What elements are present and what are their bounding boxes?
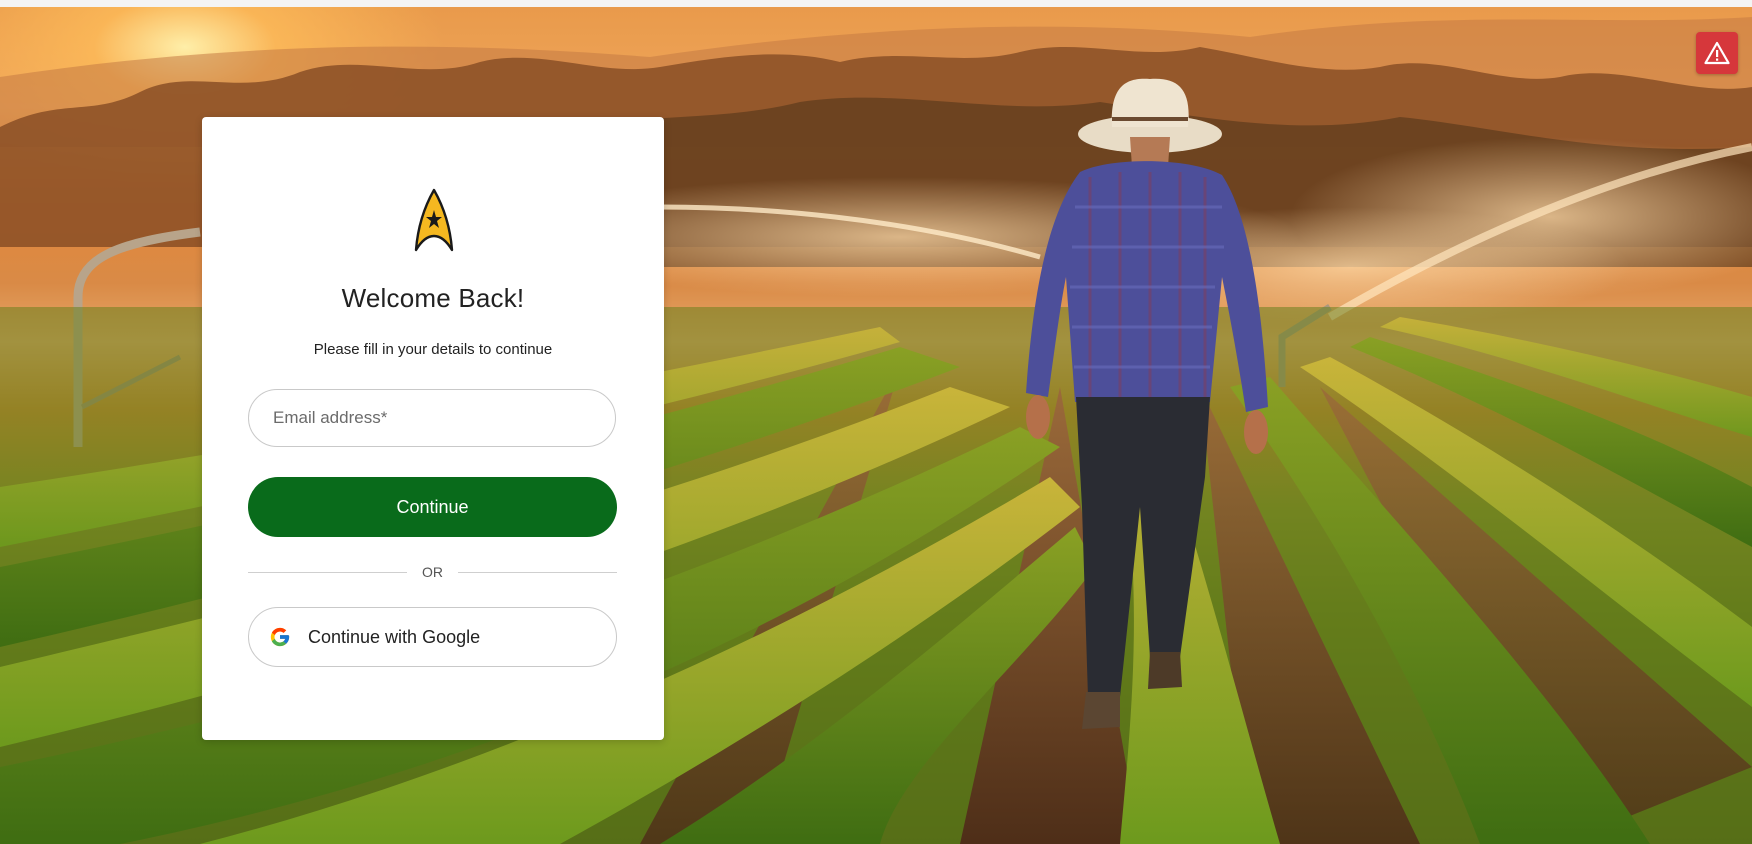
starfleet-delta-icon <box>414 188 454 252</box>
page-title: Welcome Back! <box>341 283 525 313</box>
google-icon <box>270 627 290 647</box>
continue-button[interactable]: Continue <box>248 477 617 537</box>
continue-with-google-button[interactable]: Continue with Google <box>248 607 617 667</box>
divider-line-right <box>458 572 617 573</box>
google-button-label: Continue with Google <box>308 626 481 647</box>
email-input[interactable] <box>248 389 616 447</box>
login-card: Welcome Back! Please fill in your detail… <box>202 117 664 740</box>
or-divider: OR <box>248 563 617 583</box>
page-subtitle: Please fill in your details to continue <box>313 341 553 358</box>
login-page: Welcome Back! Please fill in your detail… <box>0 0 1752 844</box>
warning-triangle-icon <box>1704 41 1730 65</box>
alert-button[interactable] <box>1696 32 1738 74</box>
